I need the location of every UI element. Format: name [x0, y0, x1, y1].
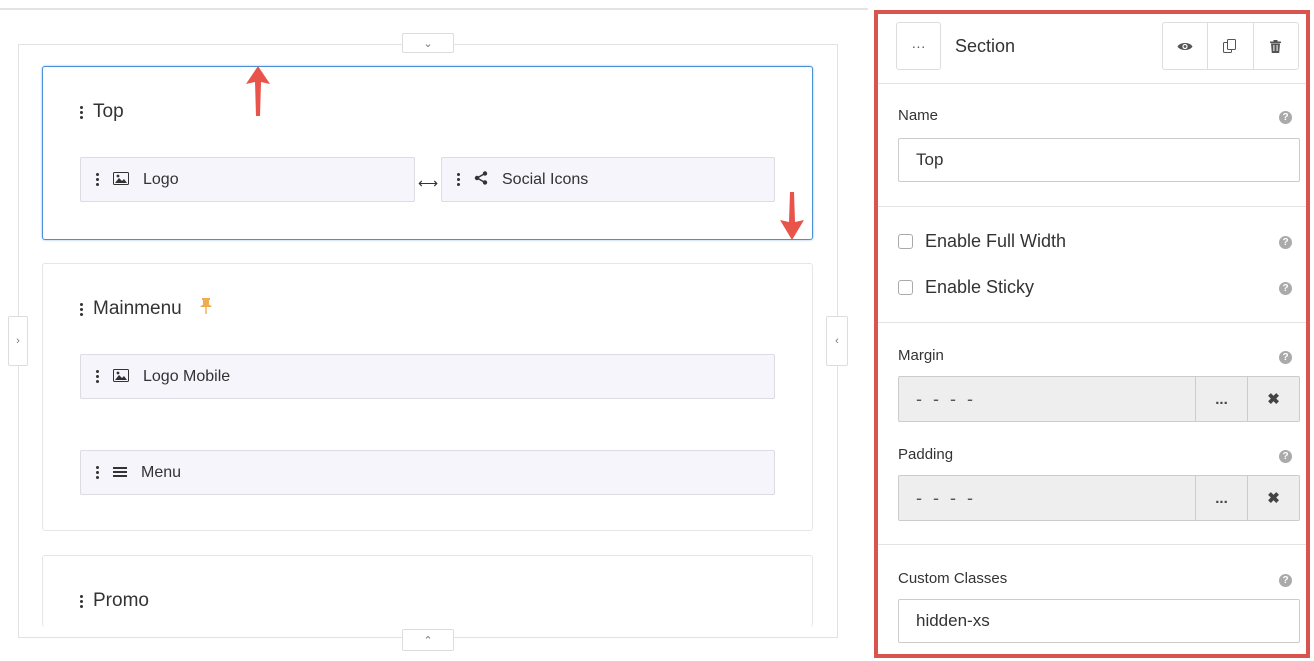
padding-clear-button[interactable]: ✖ [1247, 476, 1299, 520]
arrow-down-annotation [778, 190, 806, 242]
drag-handle-icon[interactable] [79, 594, 83, 608]
full-width-checkbox[interactable] [898, 234, 913, 249]
menu-icon [113, 465, 127, 481]
block-row[interactable]: Logo Mobile [80, 354, 775, 399]
section-title: Top [79, 101, 124, 123]
margin-value[interactable]: - - - - [899, 377, 1195, 421]
section-promo[interactable]: Promo [42, 555, 813, 627]
section-title: Promo [79, 590, 149, 612]
copy-icon [1223, 38, 1237, 53]
section-mainmenu[interactable]: Mainmenu Logo Mobile Menu [42, 263, 813, 531]
help-icon[interactable]: ? [1279, 450, 1292, 463]
more-options-button[interactable]: ··· [896, 22, 941, 70]
image-icon [113, 171, 129, 188]
panel-title: Section [955, 36, 1016, 56]
divider [878, 206, 1306, 207]
name-label: Name [898, 107, 939, 124]
delete-button[interactable] [1254, 23, 1298, 69]
padding-field: - - - - ... ✖ [898, 475, 1300, 521]
custom-classes-input[interactable]: hidden-xs [898, 599, 1300, 643]
expand-left-button[interactable]: › [8, 316, 28, 366]
block-row[interactable]: Menu [80, 450, 775, 495]
section-title: Mainmenu [79, 298, 212, 320]
pin-icon[interactable] [199, 298, 212, 320]
margin-label: Margin [898, 347, 944, 364]
image-icon [113, 368, 129, 385]
chevron-left-icon: ‹ [835, 335, 839, 347]
drag-handle-icon[interactable] [95, 370, 99, 383]
trash-icon [1270, 39, 1282, 53]
drag-handle-icon[interactable] [79, 105, 83, 119]
collapse-panel-button[interactable]: ‹ [826, 316, 848, 366]
arrow-up-annotation [244, 64, 272, 118]
chevron-down-icon: ⌄ [423, 37, 433, 50]
drag-handle-icon[interactable] [456, 173, 460, 186]
collapse-top-button[interactable]: ⌄ [402, 33, 454, 53]
drag-handle-icon[interactable] [79, 302, 83, 316]
help-icon[interactable]: ? [1279, 351, 1292, 364]
full-width-option[interactable]: Enable Full Width [898, 231, 1066, 252]
section-settings-panel: ··· Section Name ? Top Enable Full Width… [874, 10, 1310, 658]
ellipsis-icon: ··· [911, 38, 926, 54]
padding-edit-button[interactable]: ... [1195, 476, 1247, 520]
sticky-checkbox[interactable] [898, 280, 913, 295]
drag-handle-icon[interactable] [95, 466, 99, 479]
padding-value[interactable]: - - - - [899, 476, 1195, 520]
share-icon [474, 171, 488, 188]
toggle-visibility-button[interactable] [1163, 23, 1209, 69]
drag-handle-icon[interactable] [95, 173, 99, 186]
collapse-bottom-button[interactable]: ⌃ [402, 629, 454, 651]
chevron-right-icon: › [16, 335, 20, 347]
name-input[interactable]: Top [898, 138, 1300, 182]
padding-label: Padding [898, 446, 954, 463]
custom-classes-label: Custom Classes [898, 570, 1008, 587]
panel-actions [1162, 22, 1299, 70]
help-icon[interactable]: ? [1279, 574, 1292, 587]
help-icon[interactable]: ? [1279, 236, 1292, 249]
divider [878, 322, 1306, 323]
panel-header: ··· Section [878, 14, 1306, 84]
margin-edit-button[interactable]: ... [1195, 377, 1247, 421]
sticky-option[interactable]: Enable Sticky [898, 277, 1034, 298]
help-icon[interactable]: ? [1279, 282, 1292, 295]
eye-icon [1177, 42, 1193, 50]
chevron-up-icon: ⌃ [423, 634, 433, 647]
section-top[interactable]: Top Logo Social Icons [42, 66, 813, 240]
duplicate-button[interactable] [1208, 23, 1254, 69]
top-divider [0, 8, 868, 10]
resize-icon[interactable]: ⟷ [415, 175, 441, 192]
margin-field: - - - - ... ✖ [898, 376, 1300, 422]
divider [878, 544, 1306, 545]
margin-clear-button[interactable]: ✖ [1247, 377, 1299, 421]
block-row[interactable]: Logo [80, 157, 415, 202]
help-icon[interactable]: ? [1279, 111, 1292, 124]
block-row[interactable]: Social Icons [441, 157, 775, 202]
